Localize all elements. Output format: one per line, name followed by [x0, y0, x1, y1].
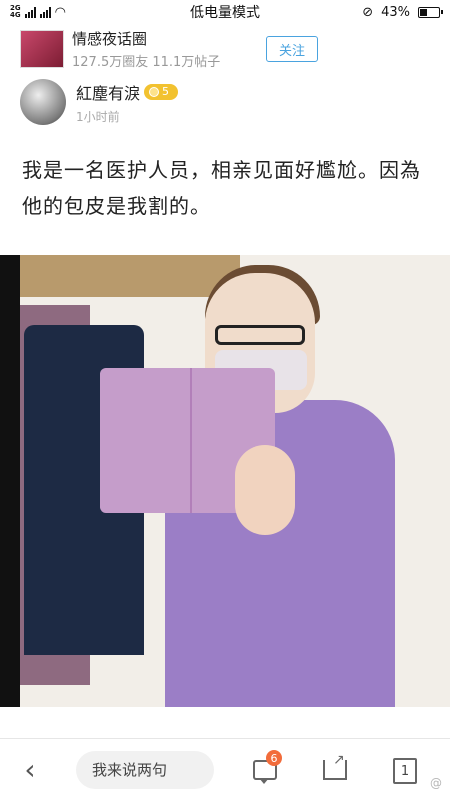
- author-name[interactable]: 紅塵有淚: [76, 80, 140, 104]
- group-thumbnail[interactable]: [20, 30, 64, 68]
- author-name-row: 紅塵有淚 5: [76, 80, 179, 104]
- post-text: 我是一名医护人员，相亲见面好尷尬。因為他的包皮是我割的。: [22, 158, 421, 218]
- watermark: @: [430, 776, 442, 790]
- back-arrow-icon[interactable]: ‹: [0, 739, 60, 800]
- share-box-icon: ↗: [323, 752, 347, 780]
- network-type: 2G 4G: [10, 5, 21, 19]
- status-bar: 2G 4G ◠ 低电量模式 ⊘ 43%: [0, 0, 450, 24]
- network-bottom-label: 4G: [10, 11, 21, 19]
- photo-glasses: [215, 325, 305, 345]
- follow-button[interactable]: 关注: [266, 36, 318, 62]
- group-name[interactable]: 情感夜话圈: [72, 28, 266, 49]
- level-badge: 5: [144, 83, 179, 100]
- photo-hand: [235, 445, 295, 535]
- group-stats: 127.5万圈友 11.1万帖子: [72, 55, 221, 70]
- mute-icon: ⊘: [362, 4, 374, 20]
- status-right: ⊘ 43%: [280, 4, 443, 20]
- author-row[interactable]: 紅塵有淚 5 1小时前: [20, 78, 179, 126]
- battery-fill: [420, 8, 428, 16]
- status-left: 2G 4G ◠: [10, 5, 170, 20]
- signal-icon-2: [39, 6, 51, 18]
- author-info: 紅塵有淚 5 1小时前: [76, 80, 179, 125]
- signal-icon: [24, 6, 36, 18]
- power-mode-label: 低电量模式: [190, 5, 260, 21]
- comment-count-badge: 6: [266, 750, 282, 766]
- battery-percent: 43%: [381, 4, 410, 20]
- share-arrow-icon: ↗: [333, 752, 345, 768]
- bottom-bar: ‹ 我来说两句: [0, 738, 450, 800]
- photo-black-edge: [0, 255, 20, 707]
- post-time: 1小时前: [76, 109, 120, 124]
- coin-icon: [149, 86, 160, 97]
- avatar[interactable]: [20, 79, 66, 125]
- group-header[interactable]: 情感夜话圈 127.5万圈友 11.1万帖子 关注: [20, 28, 430, 70]
- comment-input[interactable]: 我来说两句: [76, 750, 214, 789]
- photo-shelf: [20, 255, 240, 297]
- share-icon[interactable]: ↗: [322, 752, 348, 782]
- battery-icon: [418, 6, 443, 18]
- post-photo[interactable]: [0, 255, 450, 707]
- level-number: 5: [162, 85, 170, 98]
- page-count-icon[interactable]: 1: [393, 758, 417, 784]
- group-info: 情感夜话圈 127.5万圈友 11.1万帖子: [72, 28, 266, 70]
- wifi-icon: ◠: [54, 4, 66, 20]
